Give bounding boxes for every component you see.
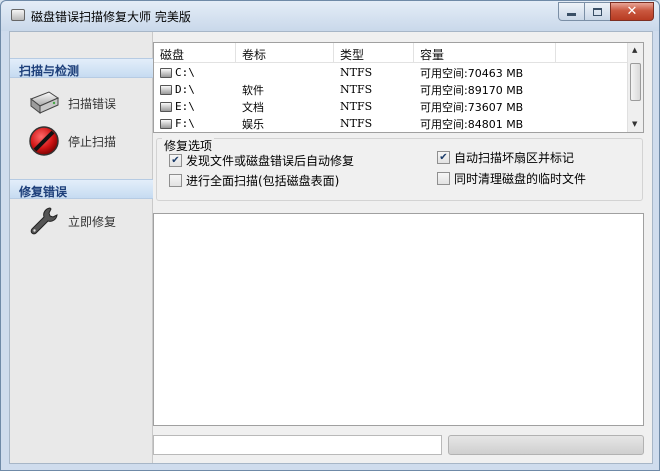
free-space: 可用空间:73607 MB [420, 100, 524, 114]
scan-log-area[interactable] [153, 213, 644, 426]
column-header-type[interactable]: 类型 [334, 43, 414, 63]
column-header-capacity[interactable]: 容量 [414, 43, 556, 63]
free-space: 可用空间:70463 MB [420, 66, 524, 80]
column-header-label[interactable]: 卷标 [236, 43, 334, 63]
column-header-disk[interactable]: 磁盘 [154, 43, 236, 63]
disk-name: F:\ [175, 117, 195, 130]
disk-list-header: 磁盘 卷标 类型 容量 [154, 43, 628, 63]
disk-name: C:\ [175, 66, 195, 79]
repair-options-group: 修复选项 ✔ 发现文件或磁盘错误后自动修复 ✔ 自动扫描坏扇区并标记 进行全面扫… [156, 137, 643, 201]
app-icon [11, 9, 25, 21]
minimize-icon [567, 13, 576, 16]
scrollbar-thumb[interactable] [630, 63, 641, 101]
file-system: NTFS [340, 117, 373, 130]
auto-repair-label: 发现文件或磁盘错误后自动修复 [186, 154, 355, 168]
disk-name: D:\ [175, 83, 195, 96]
clean-temp-label: 同时清理磁盘的临时文件 [454, 172, 587, 186]
minimize-button[interactable] [558, 2, 585, 21]
maximize-button[interactable] [584, 2, 611, 21]
disk-name: E:\ [175, 100, 195, 113]
sidebar: 扫描与检测 扫描错误 停止扫描 修复错误 立即修复 [10, 32, 153, 463]
stop-icon [26, 124, 62, 158]
full-scan-label: 进行全面扫描(包括磁盘表面) [186, 174, 340, 188]
checkbox-checked-icon[interactable]: ✔ [169, 154, 182, 167]
volume-label: 娱乐 [242, 117, 264, 131]
close-icon: ✕ [626, 4, 638, 19]
stop-scan-label: 停止扫描 [68, 134, 117, 149]
section-header-repair: 修复错误 [10, 179, 153, 199]
scroll-up-icon[interactable]: ▲ [632, 46, 637, 54]
disk-list-scrollbar[interactable]: ▲ ▼ [627, 43, 643, 132]
file-system: NTFS [340, 100, 373, 113]
main-panel: 磁盘 卷标 类型 容量 C:\ NTFS 可用空间:70463 MB D:\ 软… [153, 32, 652, 463]
scan-errors-button[interactable]: 扫描错误 [26, 86, 116, 120]
full-scan-checkbox[interactable]: 进行全面扫描(包括磁盘表面) [169, 172, 339, 189]
drive-icon [160, 101, 172, 112]
volume-label: 软件 [242, 83, 264, 97]
volume-label: 文档 [242, 100, 264, 114]
scan-progress-bar [448, 435, 644, 455]
scroll-down-icon[interactable]: ▼ [632, 120, 637, 128]
client-area: 扫描与检测 扫描错误 停止扫描 修复错误 立即修复 磁盘 卷标 类型 容量 C:… [9, 31, 653, 464]
repair-now-label: 立即修复 [68, 214, 117, 229]
table-row[interactable]: D:\ 软件 NTFS 可用空间:89170 MB [154, 81, 628, 98]
checkbox-unchecked-icon[interactable] [437, 172, 450, 185]
hard-disk-icon [26, 86, 62, 120]
maximize-icon [593, 7, 602, 16]
free-space: 可用空间:89170 MB [420, 83, 524, 97]
drive-icon [160, 118, 172, 129]
wrench-icon [26, 204, 62, 238]
title-bar[interactable]: 磁盘错误扫描修复大师 完美版 ✕ [1, 1, 659, 31]
disk-list[interactable]: 磁盘 卷标 类型 容量 C:\ NTFS 可用空间:70463 MB D:\ 软… [153, 42, 644, 133]
bad-sector-label: 自动扫描坏扇区并标记 [454, 151, 575, 165]
auto-repair-checkbox[interactable]: ✔ 发现文件或磁盘错误后自动修复 [169, 152, 354, 169]
free-space: 可用空间:84801 MB [420, 117, 524, 131]
main-window: 磁盘错误扫描修复大师 完美版 ✕ 扫描与检测 扫描错误 停止扫描 修复错误 立即… [0, 0, 660, 471]
drive-icon [160, 67, 172, 78]
section-header-scan: 扫描与检测 [10, 58, 153, 78]
window-title: 磁盘错误扫描修复大师 完美版 [31, 10, 191, 24]
stop-scan-button[interactable]: 停止扫描 [26, 124, 116, 158]
scan-errors-label: 扫描错误 [68, 96, 117, 111]
table-row[interactable]: C:\ NTFS 可用空间:70463 MB [154, 64, 628, 81]
file-system: NTFS [340, 66, 373, 79]
checkbox-checked-icon[interactable]: ✔ [437, 151, 450, 164]
table-row[interactable]: F:\ 娱乐 NTFS 可用空间:84801 MB [154, 115, 628, 132]
column-header-spacer [556, 43, 628, 63]
checkbox-unchecked-icon[interactable] [169, 174, 182, 187]
drive-icon [160, 84, 172, 95]
bad-sector-checkbox[interactable]: ✔ 自动扫描坏扇区并标记 [437, 149, 574, 166]
repair-now-button[interactable]: 立即修复 [26, 204, 116, 238]
status-text-field [153, 435, 442, 455]
clean-temp-checkbox[interactable]: 同时清理磁盘的临时文件 [437, 170, 586, 187]
table-row[interactable]: E:\ 文档 NTFS 可用空间:73607 MB [154, 98, 628, 115]
file-system: NTFS [340, 83, 373, 96]
close-button[interactable]: ✕ [610, 2, 654, 21]
